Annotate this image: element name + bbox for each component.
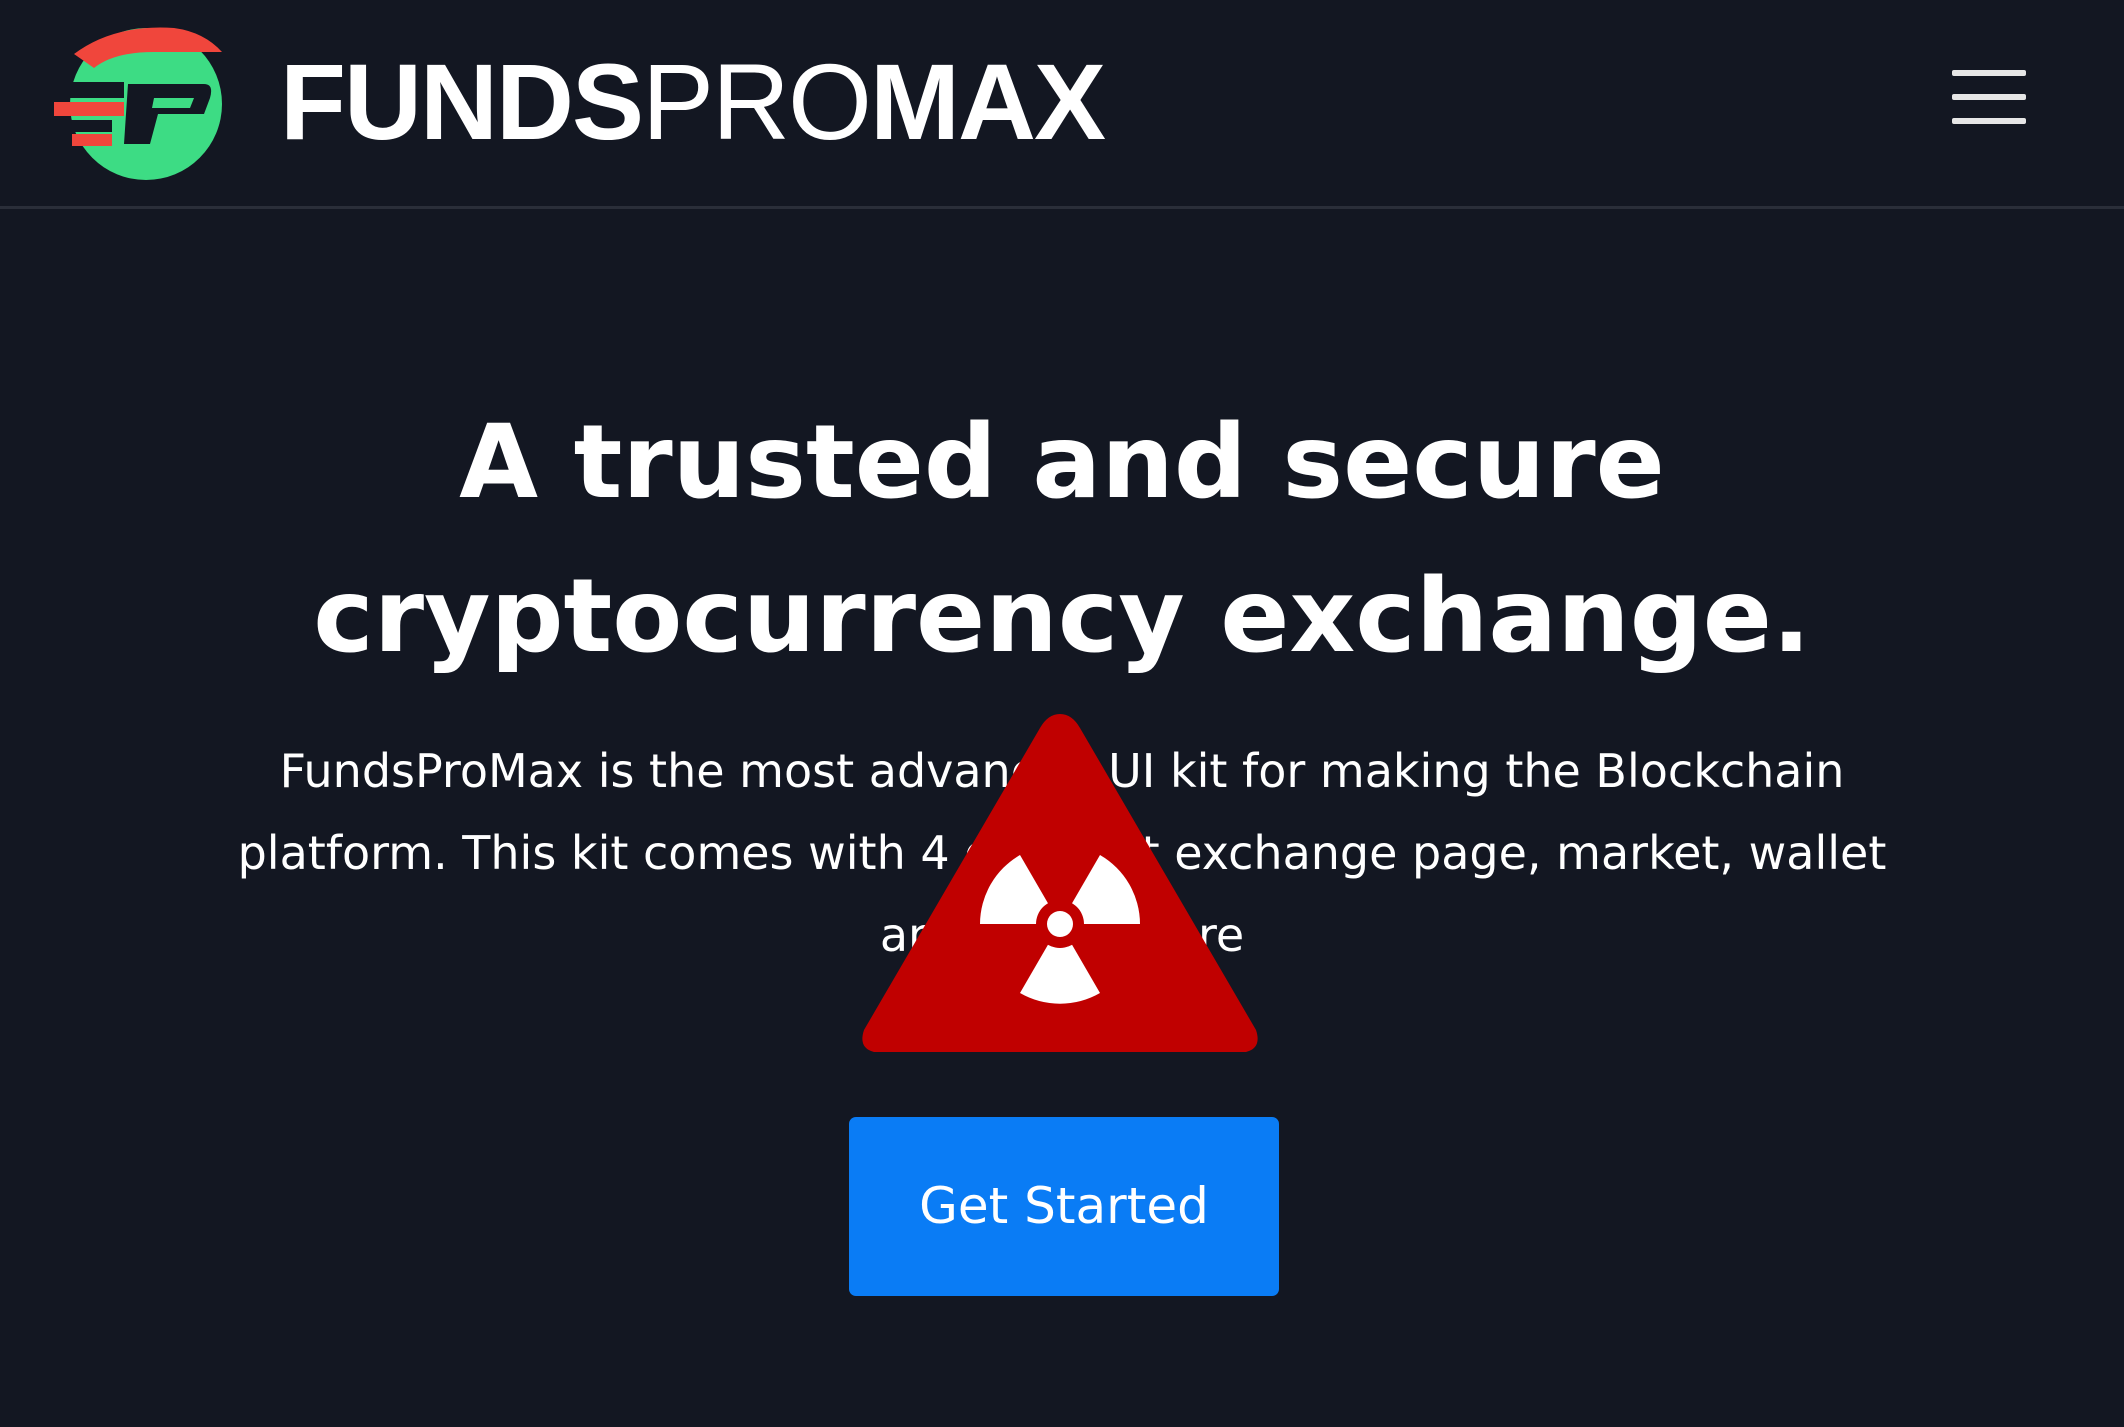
brand-part-max: MAX (870, 41, 1106, 162)
hamburger-menu-icon[interactable] (1946, 62, 2032, 132)
menu-bar-middle (1952, 94, 2026, 100)
fundspromax-logo-icon (54, 27, 222, 180)
brand-part-funds: FUNDS (280, 41, 644, 162)
brand-part-pro: PRO (642, 41, 872, 162)
menu-bar-bottom (1952, 118, 2026, 124)
headline-line-1: A trusted and secure (459, 403, 1665, 522)
top-navbar: FUNDSPROMAX (0, 0, 2124, 209)
hero-headline: A trusted and secure cryptocurrency exch… (100, 386, 2024, 694)
get-started-button[interactable]: Get Started (849, 1117, 1279, 1296)
brand-wordmark: FUNDSPROMAX (280, 41, 1106, 162)
radiation-warning-icon (862, 714, 1258, 1052)
headline-line-2: cryptocurrency exchange. (313, 557, 1811, 676)
menu-bar-top (1952, 70, 2026, 76)
